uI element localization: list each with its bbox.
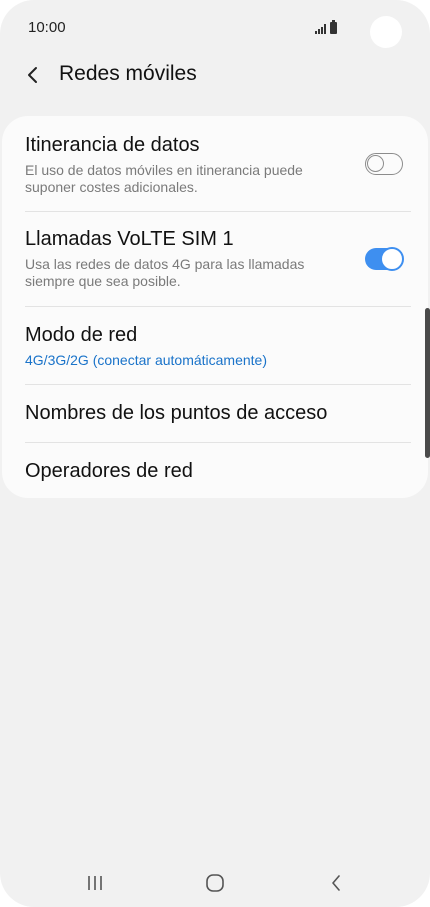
signal-icon: [315, 24, 326, 34]
back-icon: [332, 875, 340, 891]
divider: [25, 384, 411, 385]
data-roaming-description: El uso de datos móviles en itinerancia p…: [25, 162, 303, 195]
volte-title: Llamadas VoLTE SIM 1: [25, 228, 234, 250]
chevron-left-icon: [28, 67, 37, 83]
access-point-names-title: Nombres de los puntos de acceso: [25, 402, 328, 424]
data-roaming-toggle[interactable]: [365, 153, 403, 175]
volte-description: Usa las redes de datos 4G para las llama…: [25, 256, 305, 289]
network-mode-title: Modo de red: [25, 324, 138, 346]
network-mode-row[interactable]: Modo de red 4G/3G/2G (conectar automátic…: [25, 324, 411, 368]
home-icon: [206, 874, 224, 892]
network-operators-title: Operadores de red: [25, 460, 193, 482]
scrollbar[interactable]: [425, 308, 430, 458]
status-icons: [315, 20, 337, 34]
status-time: 10:00: [28, 19, 66, 36]
navigation-bar: [0, 860, 430, 907]
divider: [25, 306, 411, 307]
home-button[interactable]: [195, 870, 235, 896]
volte-toggle[interactable]: [365, 247, 404, 271]
settings-card: Itinerancia de datos El uso de datos móv…: [2, 116, 428, 498]
phone-screen: 10:00 Redes móviles Itinerancia de datos…: [0, 0, 430, 907]
toggle-knob: [367, 155, 384, 172]
volte-row[interactable]: Llamadas VoLTE SIM 1 Usa las redes de da…: [25, 228, 411, 290]
data-roaming-title: Itinerancia de datos: [25, 134, 200, 156]
data-roaming-row[interactable]: Itinerancia de datos El uso de datos móv…: [25, 134, 411, 196]
page-title: Redes móviles: [59, 62, 197, 85]
divider: [25, 442, 411, 443]
back-button[interactable]: [18, 60, 48, 90]
camera-cutout: [370, 16, 402, 48]
nav-back-button[interactable]: [316, 870, 356, 896]
network-operators-row[interactable]: Operadores de red: [25, 460, 411, 483]
recents-button[interactable]: [75, 870, 115, 896]
toggle-knob: [380, 247, 404, 271]
header: Redes móviles: [0, 52, 430, 98]
status-bar: 10:00: [0, 0, 430, 52]
network-mode-value: 4G/3G/2G (conectar automáticamente): [25, 352, 267, 368]
divider: [25, 211, 411, 212]
recents-icon: [88, 876, 102, 890]
battery-icon: [330, 20, 337, 34]
access-point-names-row[interactable]: Nombres de los puntos de acceso: [25, 402, 411, 425]
